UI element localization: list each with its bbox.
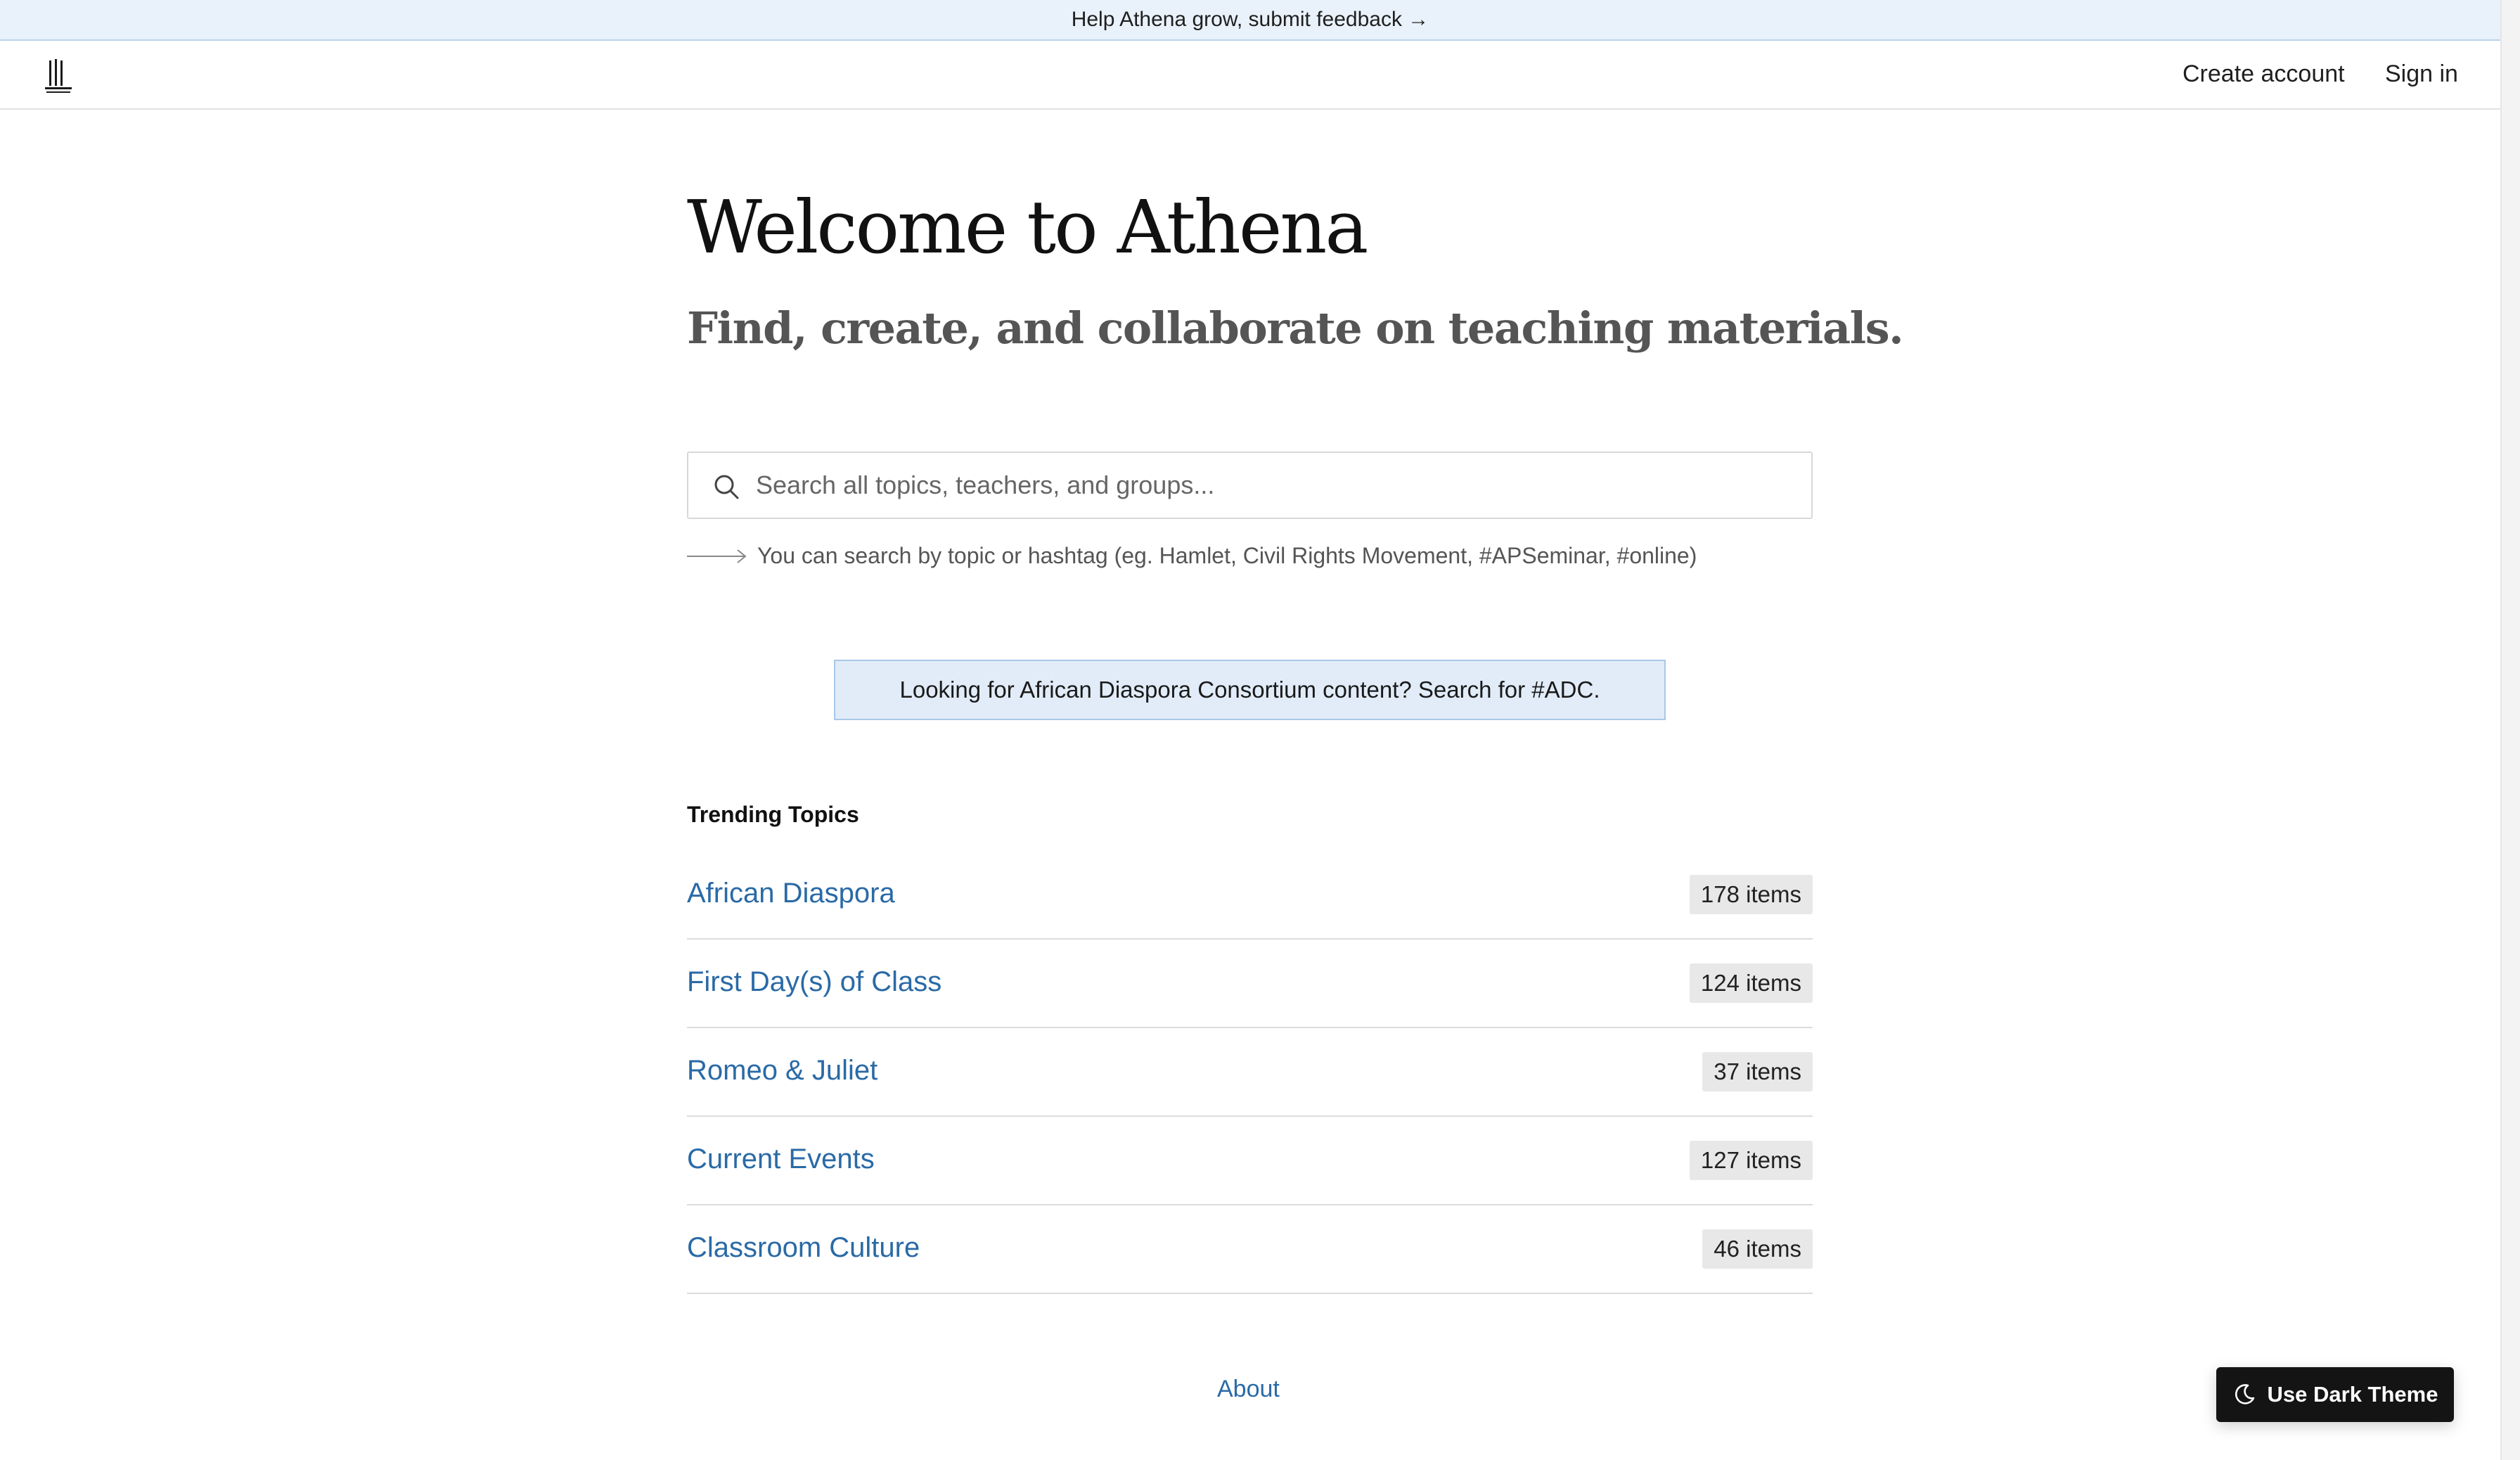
topic-count-badge: 124 items (1689, 963, 1813, 1003)
topic-link[interactable]: Classroom Culture (687, 1232, 920, 1264)
topic-link[interactable]: Romeo & Juliet (687, 1055, 878, 1087)
dark-theme-button[interactable]: Use Dark Theme (2216, 1367, 2454, 1422)
search-hint-text: You can search by topic or hashtag (eg. … (757, 543, 1697, 568)
trending-topics-heading: Trending Topics (687, 802, 859, 827)
topic-count-badge: 127 items (1689, 1141, 1813, 1180)
topic-count-badge: 46 items (1702, 1229, 1813, 1269)
adc-notice-text: Looking for African Diaspora Consortium … (899, 677, 1600, 703)
topic-count-badge: 37 items (1702, 1052, 1813, 1091)
page: Help Athena grow, submit feedback → Crea… (0, 0, 2520, 1460)
long-arrow-right-icon (687, 549, 747, 563)
topic-link[interactable]: African Diaspora (687, 878, 895, 909)
dark-theme-button-label[interactable]: Use Dark Theme (2268, 1382, 2438, 1407)
page-title: Welcome to Athena (687, 184, 1368, 270)
moon-icon (2235, 1384, 2254, 1404)
feedback-banner[interactable]: Help Athena grow, submit feedback → (0, 0, 2500, 41)
columns-logo-icon[interactable] (44, 58, 73, 94)
scrollbar[interactable] (2500, 0, 2520, 1460)
adc-notice: Looking for African Diaspora Consortium … (834, 660, 1666, 720)
search-input[interactable] (756, 453, 1796, 518)
search-box[interactable] (687, 452, 1813, 519)
topic-row: Classroom Culture 46 items (687, 1205, 1813, 1294)
topic-link[interactable]: First Day(s) of Class (687, 966, 941, 998)
sign-in-link[interactable]: Sign in (2385, 60, 2458, 88)
topic-row: Current Events 127 items (687, 1117, 1813, 1205)
page-subtitle: Find, create, and collaborate on teachin… (687, 302, 1904, 354)
search-icon (714, 475, 739, 499)
site-header: Create account Sign in (0, 41, 2500, 110)
trending-topics-list: African Diaspora 178 items First Day(s) … (687, 851, 1813, 1294)
topic-row: African Diaspora 178 items (687, 851, 1813, 940)
topic-count-badge: 178 items (1689, 875, 1813, 914)
feedback-banner-text[interactable]: Help Athena grow, submit feedback → (1072, 8, 1429, 32)
create-account-link[interactable]: Create account (2182, 60, 2345, 88)
topic-row: First Day(s) of Class 124 items (687, 940, 1813, 1028)
search-hint: You can search by topic or hashtag (eg. … (687, 543, 1697, 569)
about-link[interactable]: About (1217, 1376, 1280, 1403)
topic-link[interactable]: Current Events (687, 1144, 875, 1175)
topic-row: Romeo & Juliet 37 items (687, 1028, 1813, 1117)
